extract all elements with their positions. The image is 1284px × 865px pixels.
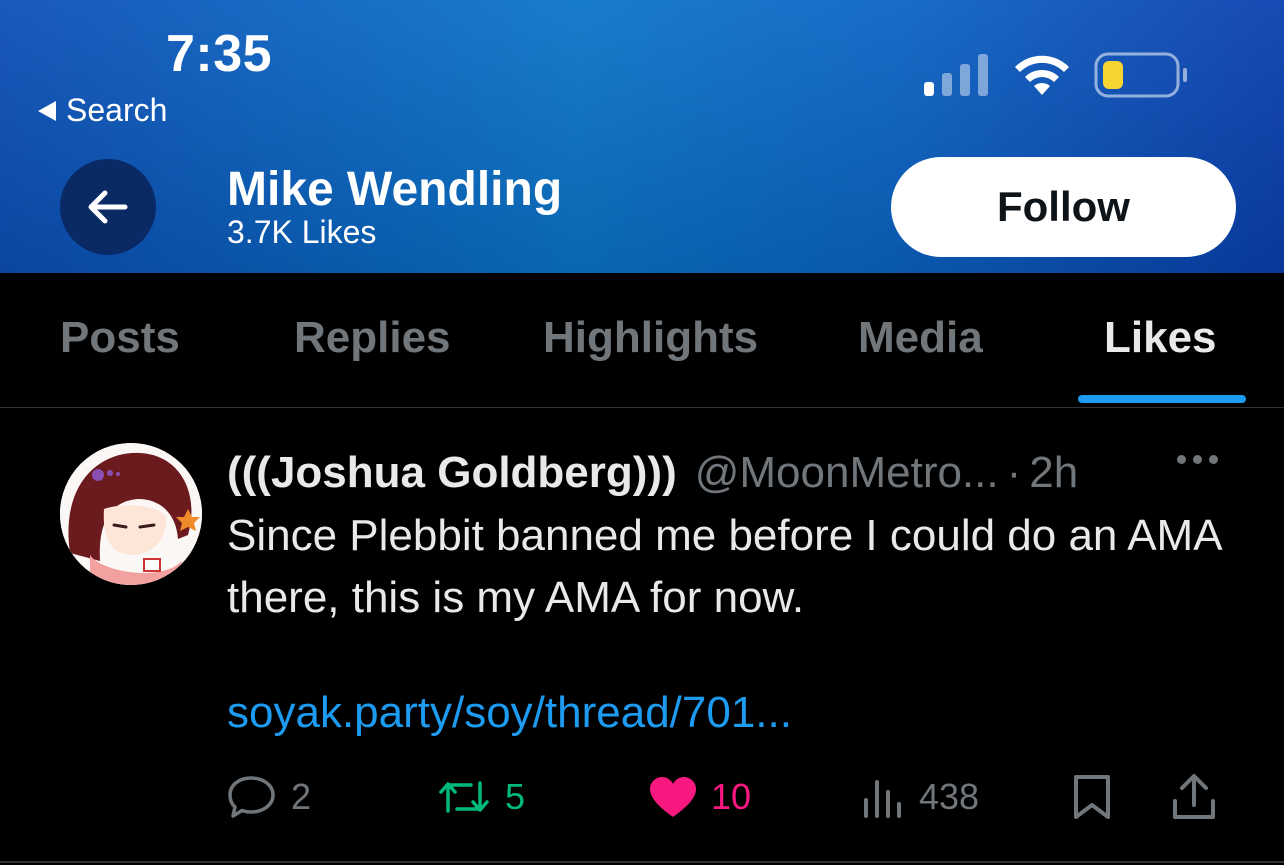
tab-media[interactable]: Media: [858, 313, 983, 363]
author-handle[interactable]: @MoonMetro...: [695, 448, 999, 498]
more-options-icon[interactable]: [1177, 455, 1218, 464]
cellular-signal-icon: [924, 54, 988, 96]
back-button[interactable]: [60, 159, 156, 255]
like-count: 10: [711, 776, 752, 817]
tab-likes[interactable]: Likes: [1104, 313, 1217, 363]
follow-button[interactable]: Follow: [891, 157, 1236, 257]
status-time: 7:35: [166, 25, 273, 83]
avatar[interactable]: [60, 443, 202, 585]
reply-button[interactable]: 2: [227, 767, 311, 827]
repost-button[interactable]: 5: [437, 767, 525, 827]
views-count: 438: [919, 776, 980, 817]
tweet-actions: 2 5 10 438: [227, 767, 1227, 827]
status-icons: [924, 52, 1188, 98]
back-triangle-icon: [38, 100, 56, 121]
views-icon: [864, 780, 901, 818]
profile-header: 7:35 Search Mike Wendling 3.7K Likes Fol…: [0, 0, 1284, 273]
like-button[interactable]: 10: [649, 767, 751, 827]
separator-dot: ·: [1006, 448, 1022, 497]
views-button[interactable]: 438: [861, 767, 979, 827]
tweet-header: (((Joshua Goldberg))) @MoonMetro... · 2h: [227, 443, 1224, 503]
repost-count: 5: [505, 776, 526, 817]
heart-icon: [650, 777, 696, 817]
profile-name: Mike Wendling: [227, 163, 563, 216]
anime-avatar-icon: [60, 443, 202, 585]
tweet-time: 2h: [1029, 448, 1079, 497]
active-tab-indicator: [1078, 395, 1246, 403]
tab-posts[interactable]: Posts: [60, 313, 180, 363]
tweet-text: Since Plebbit banned me before I could d…: [227, 511, 1221, 622]
tweet-link[interactable]: soyak.party/soy/thread/701...: [227, 688, 792, 738]
battery-icon: [1094, 52, 1187, 98]
profile-tabs: Posts Replies Highlights Media Likes: [0, 273, 1284, 408]
tab-replies[interactable]: Replies: [294, 313, 451, 363]
profile-likes-count: 3.7K Likes: [227, 214, 377, 250]
bookmark-button[interactable]: [1072, 767, 1112, 827]
back-to-search[interactable]: Search: [38, 92, 167, 129]
share-button[interactable]: [1171, 767, 1217, 827]
share-icon: [1173, 774, 1215, 819]
tab-highlights[interactable]: Highlights: [543, 313, 758, 363]
author-name[interactable]: (((Joshua Goldberg))): [227, 448, 677, 498]
bookmark-icon: [1074, 775, 1110, 819]
back-search-label: Search: [66, 92, 168, 128]
tweet[interactable]: (((Joshua Goldberg))) @MoonMetro... · 2h…: [0, 407, 1284, 865]
wifi-icon: [1015, 55, 1069, 95]
reply-count: 2: [291, 776, 312, 817]
tweet-divider: [0, 861, 1284, 863]
arrow-left-icon: [88, 190, 128, 224]
reply-icon: [228, 776, 275, 818]
repost-icon: [439, 781, 489, 813]
